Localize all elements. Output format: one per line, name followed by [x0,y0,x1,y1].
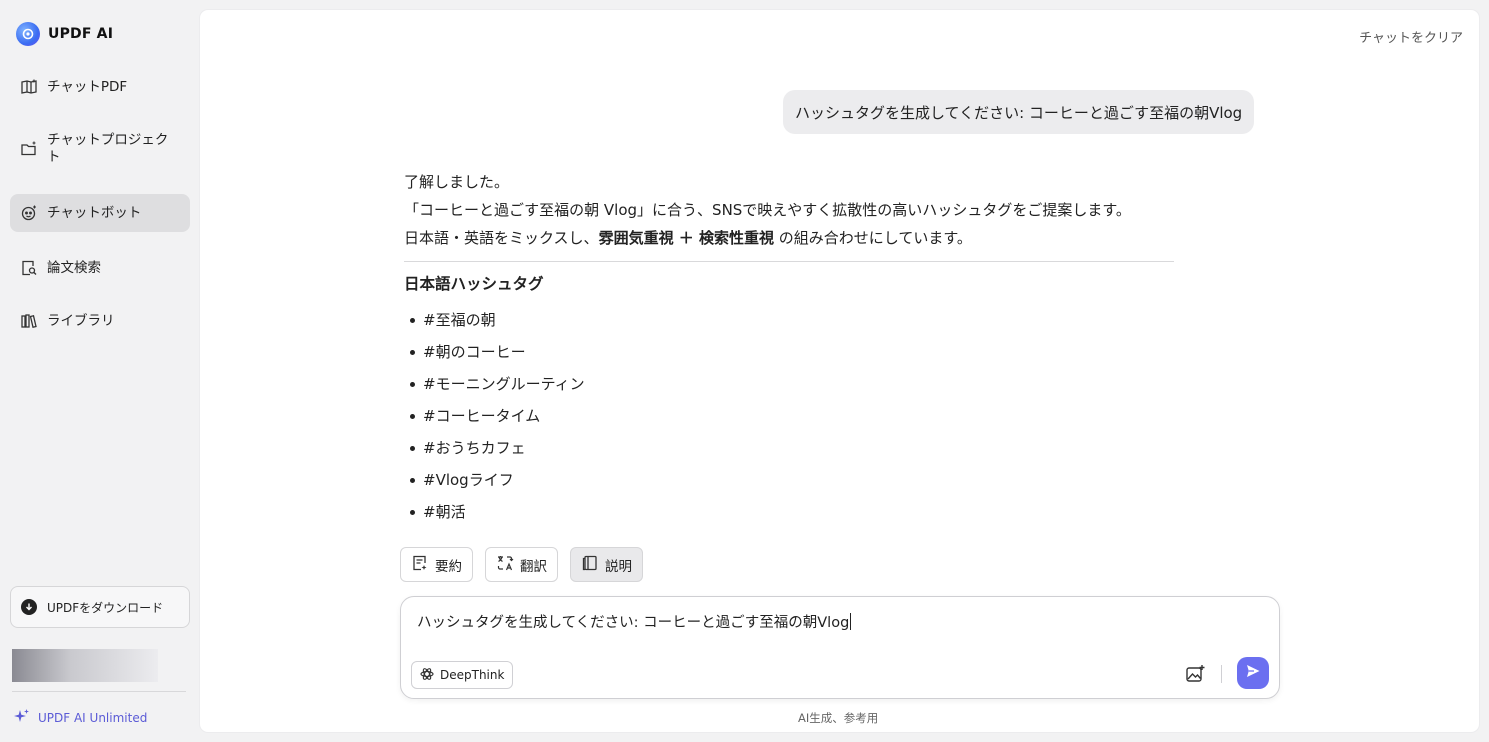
chat-panel: チャットをクリア ハッシュタグを生成してください: コーヒーと過ごす至福の朝Vl… [200,10,1479,732]
list-item: #おうちカフェ [404,432,1174,464]
list-item: #コーヒータイム [404,400,1174,432]
download-updf-button[interactable]: UPDFをダウンロード [10,586,190,628]
list-item: #朝活 [404,496,1174,528]
hashtag-text: #朝のコーヒー [423,343,526,361]
sidebar-divider [12,691,186,692]
atom-icon [420,667,434,684]
sidebar-item-chat-pdf[interactable]: チャットPDF [10,75,190,99]
message-input-text: ハッシュタグを生成してください: コーヒーと過ごす至福の朝Vlog [417,615,850,631]
send-icon [1245,663,1261,683]
updf-logo-icon [16,22,40,46]
answer-text: の組み合わせにしています。 [774,229,972,247]
deepthink-toggle[interactable]: DeepThink [411,661,514,689]
sidebar-item-label: 論文検索 [47,259,101,276]
summary-button[interactable]: 要約 [400,547,473,582]
list-item: #朝のコーヒー [404,336,1174,368]
folder-icon [20,140,38,158]
list-item: #至福の朝 [404,304,1174,336]
sidebar-item-label: チャットPDF [47,78,128,95]
explain-label: 説明 [605,558,632,575]
hashtag-text: #モーニングルーティン [423,375,585,393]
sidebar-item-chat-project[interactable]: チャットプロジェクト [10,131,190,167]
image-add-icon [1184,665,1206,689]
message-input[interactable]: ハッシュタグを生成してください: コーヒーと過ごす至福の朝Vlog [417,611,852,632]
bullet-icon [410,509,415,515]
sidebar-item-paper-search[interactable]: 論文検索 [10,256,190,280]
translate-label: 翻訳 [520,558,547,575]
hashtag-text: #至福の朝 [423,311,496,329]
bullet-icon [410,349,415,355]
download-icon [21,599,37,615]
sparkle-icon [14,708,30,727]
download-label: UPDFをダウンロード [47,600,164,615]
library-icon [20,312,38,330]
chatbot-icon [20,204,38,222]
answer-bold-text: 雰囲気重視 ＋ 検索性重視 [598,229,775,247]
answer-divider [404,261,1174,262]
sidebar-item-label: チャットプロジェクト [47,132,169,165]
quick-actions: 要約 翻訳 説明 [400,547,643,582]
upgrade-link[interactable]: UPDF AI Unlimited [14,708,147,727]
deepthink-label: DeepThink [440,668,505,682]
list-item: #Vlogライフ [404,464,1174,496]
sidebar-item-library[interactable]: ライブラリ [10,309,190,333]
ai-disclaimer: AI生成、参考用 [798,711,879,725]
explain-icon [581,554,599,576]
message-composer[interactable]: ハッシュタグを生成してください: コーヒーと過ごす至福の朝Vlog DeepTh… [400,596,1280,699]
user-message-text: ハッシュタグを生成してください: コーヒーと過ごす至福の朝Vlog [795,103,1243,122]
chat-pdf-icon [20,78,38,96]
answer-line: 「コーヒーと過ごす至福の朝 Vlog」に合う、SNSで映えやすく拡散性の高いハッ… [404,201,1131,219]
bullet-icon [410,445,415,451]
brand-name: UPDF AI [48,26,114,42]
bullet-icon [410,477,415,483]
list-item: #モーニングルーティン [404,368,1174,400]
answer-line: 了解しました。 [404,173,510,191]
sidebar: UPDF AI チャットPDF チャットプロジェクト チャットボット 論文検索 … [0,0,200,742]
brand[interactable]: UPDF AI [16,22,113,46]
hashtag-text: #コーヒータイム [423,407,541,425]
bullet-icon [410,413,415,419]
sidebar-item-label: チャットボット [47,204,142,221]
text-caret [850,613,852,630]
section-title: 日本語ハッシュタグ [404,275,544,293]
ai-answer: 了解しました。 「コーヒーと過ごす至福の朝 Vlog」に合う、SNSで映えやすく… [404,168,1174,528]
composer-divider [1221,665,1222,683]
explain-button[interactable]: 説明 [570,547,643,582]
hashtag-list: #至福の朝 #朝のコーヒー #モーニングルーティン #コーヒータイム #おうちカ… [404,304,1174,528]
translate-button[interactable]: 翻訳 [485,547,558,582]
user-message-bubble: ハッシュタグを生成してください: コーヒーと過ごす至福の朝Vlog [783,90,1255,134]
account-avatar-bar[interactable] [12,649,158,682]
hashtag-text: #Vlogライフ [423,471,514,489]
answer-line: 日本語・英語をミックスし、雰囲気重視 ＋ 検索性重視 の組み合わせにしています。 [404,224,1174,252]
send-button[interactable] [1237,657,1269,689]
upgrade-label: UPDF AI Unlimited [38,710,148,725]
image-upload-button[interactable] [1184,663,1206,685]
paper-search-icon [20,259,38,277]
answer-text: 日本語・英語をミックスし、 [404,229,599,247]
sidebar-item-label: ライブラリ [47,312,115,329]
summary-icon [411,554,429,576]
translate-icon [496,554,514,576]
sidebar-item-chatbot[interactable]: チャットボット [10,194,190,232]
bullet-icon [410,317,415,323]
hashtag-text: #おうちカフェ [423,439,526,457]
clear-chat-button[interactable]: チャットをクリア [1359,27,1463,46]
bullet-icon [410,381,415,387]
hashtag-text: #朝活 [423,503,466,521]
summary-label: 要約 [435,558,462,575]
